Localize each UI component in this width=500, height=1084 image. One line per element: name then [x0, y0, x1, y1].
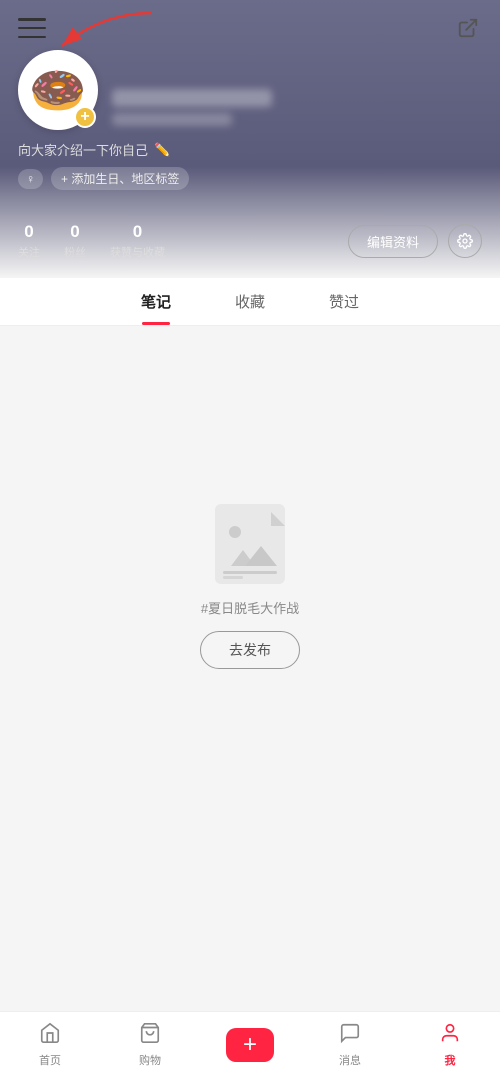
share-button[interactable]: [454, 14, 482, 42]
create-button[interactable]: +: [226, 1028, 274, 1062]
avatar-wrapper: 🍩 +: [18, 50, 98, 130]
gender-tag: ♀: [18, 169, 43, 189]
username-area: [112, 89, 482, 130]
following-count: 0: [24, 222, 33, 242]
message-icon: [339, 1022, 361, 1050]
likes-stat[interactable]: 0 获赞与收藏: [110, 222, 165, 260]
bio-row: 向大家介绍一下你自己 ✏️: [18, 140, 482, 159]
sun-icon: [229, 526, 241, 538]
doc-line-2: [223, 576, 243, 579]
bottom-nav: 首页 购物 + 消息 我: [0, 1011, 500, 1084]
tab-notes[interactable]: 笔记: [109, 278, 203, 325]
add-tag-button[interactable]: + 添加生日、地区标签: [51, 167, 189, 190]
followers-stat[interactable]: 0 粉丝: [64, 222, 86, 260]
doc-line-1: [223, 571, 277, 574]
profile-info-section: 🍩 + 向大家介绍一下你自己 ✏️ ♀ + 添加生日、地区标签: [0, 50, 500, 222]
add-tag-label: + 添加生日、地区标签: [61, 170, 179, 187]
likes-count: 0: [133, 222, 142, 242]
profile-icon: [439, 1022, 461, 1050]
home-label: 首页: [39, 1052, 61, 1068]
stats-group: 0 关注 0 粉丝 0 获赞与收藏: [18, 222, 165, 260]
stats-row: 0 关注 0 粉丝 0 获赞与收藏 编辑资料: [0, 222, 500, 278]
gender-icon: ♀: [26, 172, 35, 186]
likes-label: 获赞与收藏: [110, 244, 165, 260]
mountain-icon-2: [245, 546, 277, 566]
nav-shop[interactable]: 购物: [120, 1022, 180, 1068]
profile-header: 🍩 + 向大家介绍一下你自己 ✏️ ♀ + 添加生日、地区标签: [0, 0, 500, 278]
nav-create[interactable]: +: [220, 1028, 280, 1062]
hashtag-text: #夏日脱毛大作战: [201, 598, 299, 617]
menu-button[interactable]: [18, 18, 46, 38]
tab-liked[interactable]: 赞过: [297, 278, 391, 325]
avatar-row: 🍩 +: [18, 50, 482, 130]
home-icon: [39, 1022, 61, 1050]
nav-profile[interactable]: 我: [420, 1022, 480, 1068]
following-stat[interactable]: 0 关注: [18, 222, 40, 260]
tags-row: ♀ + 添加生日、地区标签: [18, 167, 482, 190]
content-area: #夏日脱毛大作战 去发布: [0, 326, 500, 846]
following-label: 关注: [18, 244, 40, 260]
userid-blurred: [112, 113, 232, 126]
messages-label: 消息: [339, 1052, 361, 1068]
nav-home[interactable]: 首页: [20, 1022, 80, 1068]
bio-text: 向大家介绍一下你自己: [18, 140, 148, 159]
edit-bio-icon[interactable]: ✏️: [154, 142, 170, 158]
publish-button[interactable]: 去发布: [200, 631, 300, 669]
empty-state: #夏日脱毛大作战 去发布: [200, 504, 300, 669]
shop-label: 购物: [139, 1052, 161, 1068]
tab-favorites[interactable]: 收藏: [203, 278, 297, 325]
username-blurred: [112, 89, 272, 107]
actions-group: 编辑资料: [348, 224, 482, 258]
top-bar: [0, 0, 500, 50]
shop-icon: [139, 1022, 161, 1050]
followers-label: 粉丝: [64, 244, 86, 260]
nav-messages[interactable]: 消息: [320, 1022, 380, 1068]
profile-label: 我: [445, 1052, 456, 1068]
empty-icon: [215, 504, 285, 584]
followers-count: 0: [70, 222, 79, 242]
edit-profile-button[interactable]: 编辑资料: [348, 225, 438, 258]
add-avatar-button[interactable]: +: [74, 106, 96, 128]
tabs-section: 笔记 收藏 赞过: [0, 278, 500, 326]
settings-button[interactable]: [448, 224, 482, 258]
